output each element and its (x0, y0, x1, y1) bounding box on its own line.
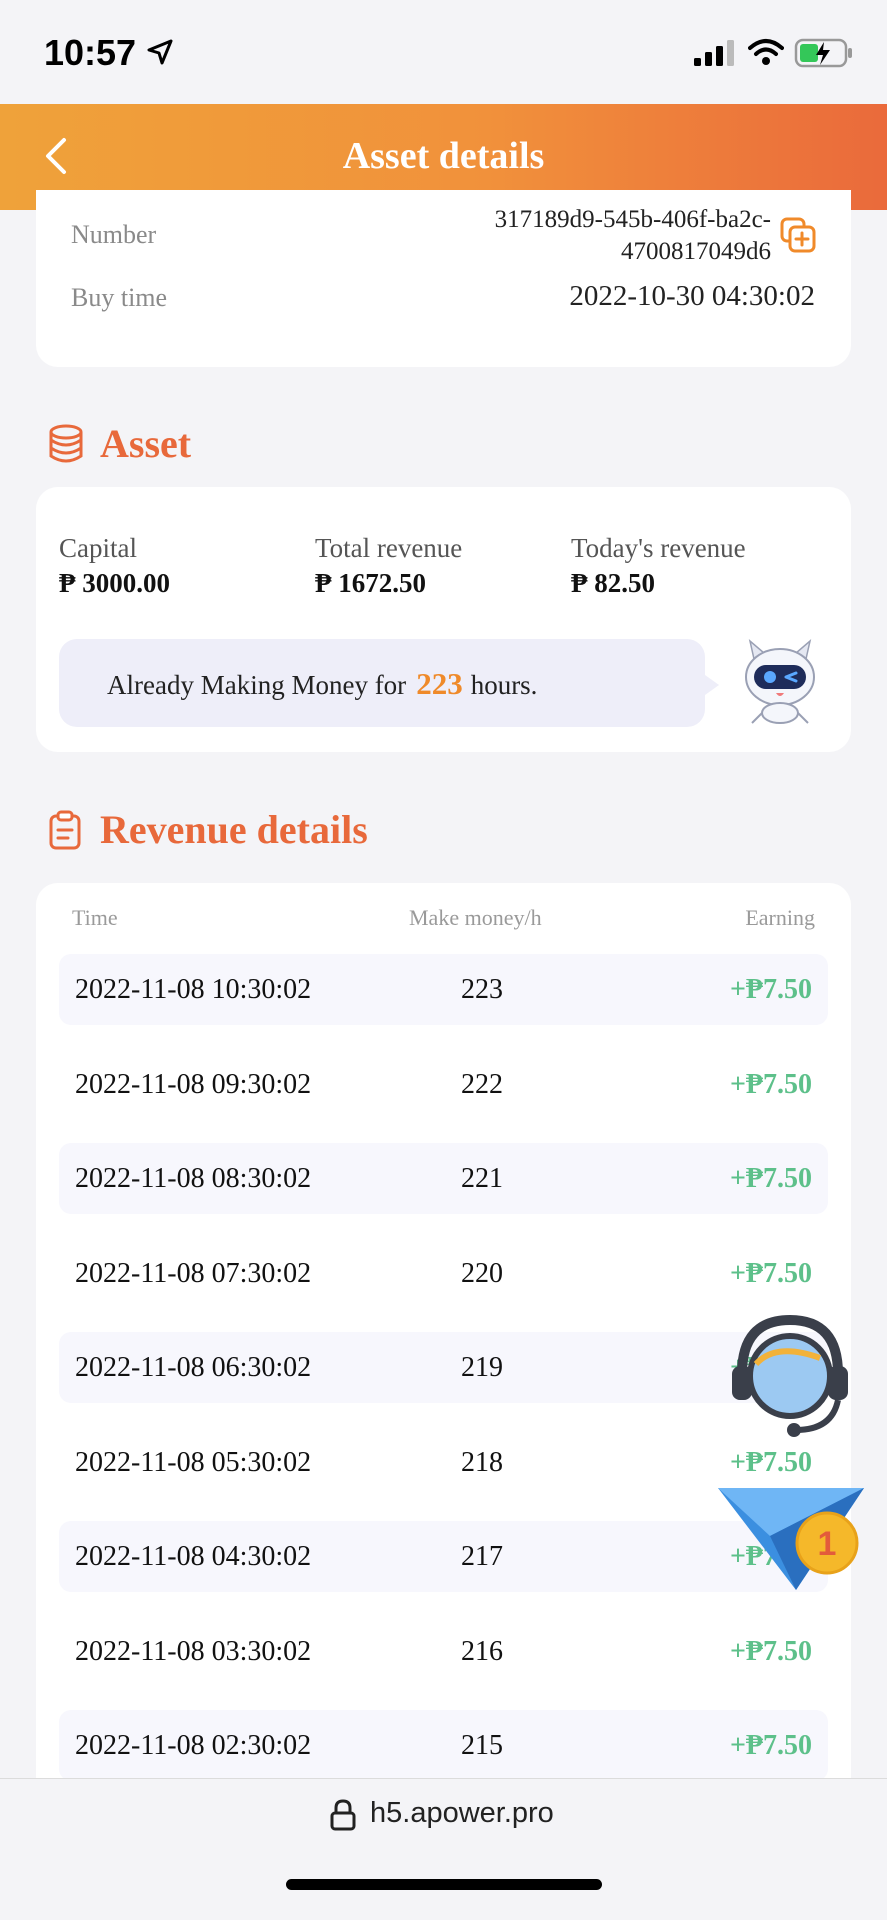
row-rate: 215 (461, 1730, 503, 1761)
lock-icon (330, 1799, 356, 1831)
table-row: 2022-11-08 09:30:02 222 +₱7.50 (59, 1049, 828, 1120)
table-row: 2022-11-08 05:30:02 218 +₱7.50 (59, 1427, 828, 1498)
table-row: 2022-11-08 06:30:02 219 +₱7.50 (59, 1332, 828, 1403)
row-earning: +₱7.50 (729, 1636, 812, 1667)
today-revenue-value: ₱ 82.50 (571, 568, 655, 598)
telegram-button[interactable]: 1 (716, 1484, 866, 1599)
status-bar: 10:57 (0, 0, 887, 104)
revenue-section-title: Revenue details (100, 807, 368, 852)
number-value-line2: 4700817049d6 (621, 238, 771, 265)
row-rate: 221 (461, 1163, 503, 1194)
table-row: 2022-11-08 10:30:02 223 +₱7.50 (59, 954, 828, 1025)
making-money-suffix: hours. (470, 670, 538, 700)
status-time: 10:57 (44, 32, 137, 73)
row-earning: +₱7.50 (729, 1069, 812, 1100)
today-revenue-label: Today's revenue (571, 533, 746, 563)
row-rate: 223 (461, 974, 503, 1005)
column-header-earning: Earning (745, 905, 815, 930)
capital-stat: Capital ₱ 3000.00 (59, 533, 170, 599)
number-value-line1: 317189d9-545b-406f-ba2c- (494, 206, 771, 233)
table-row: 2022-11-08 08:30:02 221 +₱7.50 (59, 1143, 828, 1214)
row-earning: +₱7.50 (729, 1447, 812, 1478)
making-money-prefix: Already Making Money for (107, 670, 407, 700)
order-info-card: Number 317189d9-545b-406f-ba2c- 47008170… (36, 190, 851, 367)
asset-card: Capital ₱ 3000.00 Total revenue ₱ 1672.5… (36, 487, 851, 752)
row-time: 2022-11-08 04:30:02 (75, 1541, 312, 1572)
signal-icon (694, 40, 734, 66)
making-money-text: Already Making Money for 223 hours. (107, 666, 537, 702)
page-title: Asset details (342, 135, 545, 177)
customer-service-icon[interactable] (720, 1302, 860, 1442)
row-rate: 220 (461, 1258, 503, 1289)
row-time: 2022-11-08 03:30:02 (75, 1636, 312, 1667)
notification-badge-count: 1 (818, 1525, 837, 1563)
table-row: 2022-11-08 03:30:02 216 +₱7.50 (59, 1616, 828, 1687)
number-label: Number (71, 220, 157, 249)
browser-url-bar[interactable]: h5.apower.pro (0, 1778, 887, 1920)
url-text: h5.apower.pro (370, 1797, 554, 1829)
row-time: 2022-11-08 08:30:02 (75, 1163, 312, 1194)
row-time: 2022-11-08 06:30:02 (75, 1352, 312, 1383)
column-header-rate: Make money/h (409, 905, 542, 930)
today-revenue-stat: Today's revenue ₱ 82.50 (571, 533, 746, 599)
row-time: 2022-11-08 07:30:02 (75, 1258, 312, 1289)
row-time: 2022-11-08 05:30:02 (75, 1447, 312, 1478)
total-revenue-stat: Total revenue ₱ 1672.50 (315, 533, 462, 599)
row-time: 2022-11-08 02:30:02 (75, 1730, 312, 1761)
making-money-bubble: Already Making Money for 223 hours. (59, 639, 719, 727)
clipboard-icon (49, 810, 81, 850)
total-revenue-label: Total revenue (315, 533, 463, 563)
row-earning: +₱7.50 (729, 1730, 812, 1761)
number-value: 317189d9-545b-406f-ba2c- 4700817049d6 (411, 204, 771, 268)
robot-mascot-icon (745, 638, 815, 724)
row-earning: +₱7.50 (729, 1163, 812, 1194)
capital-label: Capital (59, 533, 137, 563)
copy-icon[interactable] (779, 216, 817, 254)
notification-badge-icon: 1 (795, 1511, 859, 1575)
column-header-time: Time (72, 905, 118, 930)
table-row: 2022-11-08 07:30:02 220 +₱7.50 (59, 1238, 828, 1309)
row-time: 2022-11-08 09:30:02 (75, 1069, 312, 1100)
table-row: 2022-11-08 02:30:02 215 +₱7.50 (59, 1710, 828, 1781)
row-earning: +₱7.50 (729, 1258, 812, 1289)
row-rate: 216 (461, 1636, 503, 1667)
making-money-hours: 223 (416, 666, 463, 701)
home-indicator[interactable] (286, 1879, 602, 1890)
wifi-icon (748, 39, 784, 65)
capital-value: ₱ 3000.00 (59, 568, 170, 598)
coins-stack-icon (49, 424, 83, 463)
buy-time-value: 2022-10-30 04:30:02 (569, 280, 815, 312)
location-arrow-icon (147, 39, 173, 65)
buy-time-label: Buy time (71, 283, 168, 312)
asset-section-title: Asset (100, 421, 192, 466)
row-earning: +₱7.50 (729, 974, 812, 1005)
row-rate: 217 (461, 1541, 503, 1572)
total-revenue-value: ₱ 1672.50 (315, 568, 426, 598)
table-row: 2022-11-08 04:30:02 217 +₱7.50 (59, 1521, 828, 1592)
row-rate: 222 (461, 1069, 503, 1100)
row-rate: 219 (461, 1352, 503, 1383)
row-time: 2022-11-08 10:30:02 (75, 974, 312, 1005)
battery-charging-icon (794, 38, 852, 68)
row-rate: 218 (461, 1447, 503, 1478)
